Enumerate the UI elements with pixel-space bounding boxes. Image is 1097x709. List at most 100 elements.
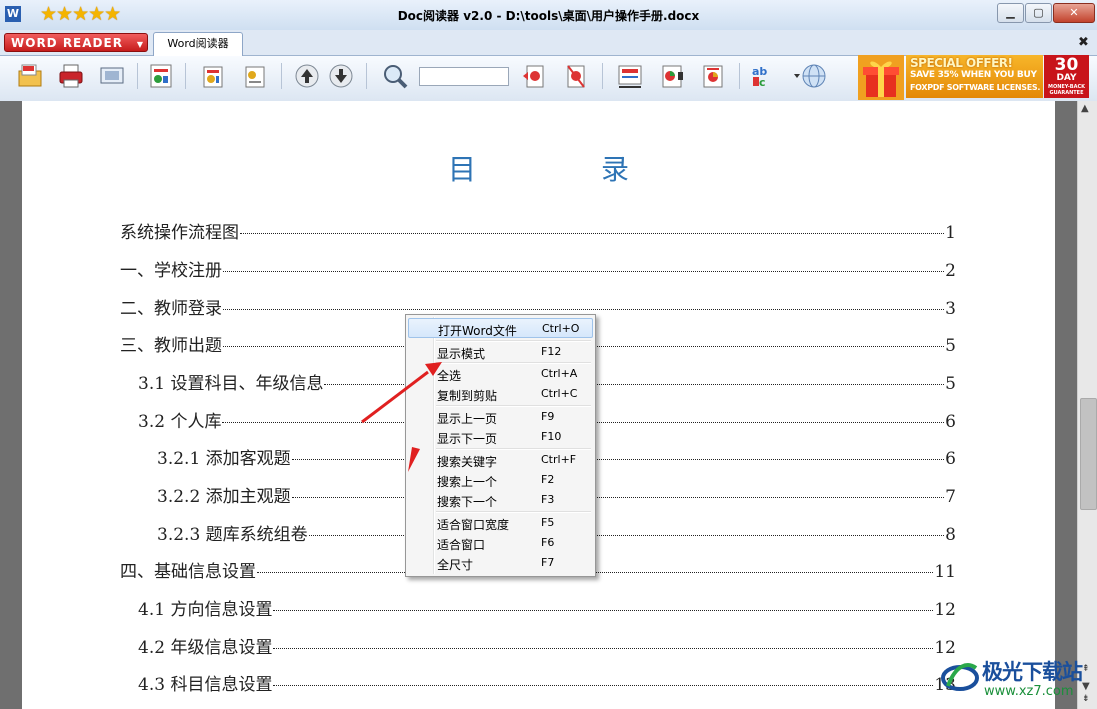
search-input[interactable] xyxy=(419,67,509,86)
maximize-button[interactable]: ▢ xyxy=(1025,3,1052,23)
tab-word-reader[interactable]: Word阅读器 xyxy=(153,32,243,56)
screen-icon[interactable] xyxy=(98,62,126,90)
menu-item-open-word[interactable]: 打开Word文件 Ctrl+O xyxy=(408,318,593,338)
toc-entry-label: 四、基础信息设置 xyxy=(120,562,256,582)
toc-entry-label: 一、学校注册 xyxy=(120,261,222,281)
pie-page-icon[interactable] xyxy=(699,62,727,90)
promo-title: SPECIAL OFFER! xyxy=(910,56,1013,70)
globe-icon[interactable] xyxy=(800,62,828,90)
menu-item-shortcut: Ctrl+O xyxy=(542,322,580,335)
menu-item-display-mode[interactable]: 显示模式 F12 xyxy=(408,342,593,362)
toc-entry-page: 11 xyxy=(934,562,956,582)
menu-item-shortcut: Ctrl+C xyxy=(541,387,578,400)
print-icon[interactable] xyxy=(57,62,85,90)
menu-item-shortcut: Ctrl+A xyxy=(541,367,578,380)
toc-entry[interactable]: 4.2 年级信息设置 12 xyxy=(138,633,956,658)
menu-item-label: 全尺寸 xyxy=(437,558,474,572)
toc-entry-page: 6 xyxy=(945,412,956,432)
menu-item-full-size[interactable]: 全尺寸 F7 xyxy=(408,553,593,573)
open-doc-icon[interactable] xyxy=(16,62,44,90)
prev-arrow-icon[interactable] xyxy=(293,62,321,90)
close-tab-icon[interactable]: ✖ xyxy=(1078,35,1089,50)
chevron-down-icon: ▼ xyxy=(136,40,144,49)
toc-entry-page: 2 xyxy=(945,261,956,281)
toc-leader xyxy=(308,535,945,536)
toc-leader xyxy=(240,233,945,234)
menu-item-select-all[interactable]: 全选 Ctrl+A xyxy=(408,364,593,384)
toc-entry-label: 二、教师登录 xyxy=(120,299,222,319)
badge-number: 30 xyxy=(1054,55,1079,75)
toc-entry-label: 3.1 设置科目、年级信息 xyxy=(138,374,324,394)
menu-item-prev-page[interactable]: 显示上一页 F9 xyxy=(408,407,593,427)
toolbar-separator xyxy=(185,63,186,89)
toolbar-separator xyxy=(366,63,367,89)
menu-item-copy[interactable]: 复制到剪贴 Ctrl+C xyxy=(408,384,593,404)
toc-entry-label: 3.2.3 题库系统组卷 xyxy=(157,525,308,545)
toc-entry-page: 12 xyxy=(934,638,956,658)
menu-item-label: 搜索下一个 xyxy=(437,495,498,509)
chevron-down-icon[interactable] xyxy=(783,62,800,90)
scrollbar-thumb[interactable] xyxy=(1080,398,1097,510)
toolbar-separator xyxy=(739,63,740,89)
menu-item-fit-width[interactable]: 适合窗口宽度 F5 xyxy=(408,513,593,533)
fit-page-icon[interactable] xyxy=(199,62,227,90)
toc-entry-label: 3.2.2 添加主观题 xyxy=(157,487,291,507)
abc-spell-icon[interactable]: ab c xyxy=(750,62,778,90)
toc-leader xyxy=(273,685,934,686)
context-menu: 打开Word文件 Ctrl+O 显示模式 F12 全选 Ctrl+A 复制到剪贴 Ctr… xyxy=(405,314,596,577)
menu-item-fit-window[interactable]: 适合窗口 F6 xyxy=(408,533,593,553)
bookmark-icon[interactable] xyxy=(616,62,644,90)
toc-leader xyxy=(223,309,945,310)
svg-text:c: c xyxy=(759,76,766,89)
minimize-button[interactable]: ▁ xyxy=(997,3,1024,23)
watermark-logo-icon xyxy=(941,663,979,691)
toc-entry-label: 三、教师出题 xyxy=(120,336,222,356)
scroll-up-icon[interactable]: ▲ xyxy=(1081,103,1089,114)
money-back-badge[interactable]: 30 DAY MONEY-BACK GUARANTEE xyxy=(1044,55,1089,98)
toc-entry-page: 7 xyxy=(945,487,956,507)
toc-entry-label: 3.2.1 添加客观题 xyxy=(157,449,291,469)
next-arrow-icon[interactable] xyxy=(327,62,355,90)
vertical-scrollbar[interactable]: ▲ ⇞ ▼ ⇟ xyxy=(1077,101,1097,709)
menu-item-shortcut: F12 xyxy=(541,345,562,358)
toc-entry-page: 3 xyxy=(945,299,956,319)
word-reader-menu-button[interactable]: WORD READER ▼ xyxy=(4,33,148,52)
toc-entry-page: 1 xyxy=(945,223,956,243)
zoom-icon[interactable] xyxy=(381,62,409,90)
close-button[interactable]: ✕ xyxy=(1053,3,1095,23)
menu-item-search-next[interactable]: 搜索下一个 F3 xyxy=(408,490,593,510)
badge-subtitle: MONEY-BACK GUARANTEE xyxy=(1047,84,1085,96)
menu-item-label: 复制到剪贴 xyxy=(437,389,498,403)
promo-text: FOXPDF SOFTWARE LICENSES. xyxy=(910,83,1041,92)
toc-entry[interactable]: 4.1 方向信息设置 12 xyxy=(138,595,956,620)
toc-entry[interactable]: 一、学校注册 2 xyxy=(120,256,956,281)
menu-item-next-page[interactable]: 显示下一页 F10 xyxy=(408,427,593,447)
toc-entry-label: 4.3 科目信息设置 xyxy=(138,675,273,695)
toc-leader xyxy=(223,271,945,272)
toc-entry[interactable]: 系统操作流程图 1 xyxy=(120,218,956,243)
menu-item-label: 全选 xyxy=(437,369,462,383)
page-view-icon[interactable] xyxy=(147,62,175,90)
window-title: Doc阅读器 v2.0 - D:\tools\桌面\用户操作手册.docx xyxy=(397,9,700,23)
gift-icon[interactable] xyxy=(858,55,904,100)
last-page-icon[interactable] xyxy=(562,62,590,90)
menu-item-search-prev[interactable]: 搜索上一个 F2 xyxy=(408,470,593,490)
text-page-icon[interactable] xyxy=(241,62,269,90)
brand-label: WORD READER xyxy=(11,36,123,50)
chart-page-icon[interactable] xyxy=(658,62,686,90)
special-offer-banner[interactable]: SPECIAL OFFER! SAVE 35% WHEN YOU BUY FOX… xyxy=(906,55,1043,98)
menu-item-shortcut: F7 xyxy=(541,556,555,569)
watermark: 极光下载站 www.xz7.com xyxy=(940,656,1090,706)
toc-entry[interactable]: 4.3 科目信息设置 13 xyxy=(138,670,956,695)
toc-entry-page: 5 xyxy=(945,374,956,394)
first-page-icon[interactable] xyxy=(521,62,549,90)
toc-entry[interactable]: 二、教师登录 3 xyxy=(120,294,956,319)
menu-item-label: 适合窗口 xyxy=(437,538,486,552)
toc-entry-label: 3.2 个人库 xyxy=(138,412,222,432)
toc-entry-label: 4.1 方向信息设置 xyxy=(138,600,273,620)
menu-item-shortcut: F3 xyxy=(541,493,555,506)
menu-item-search[interactable]: 搜索关键字 Ctrl+F xyxy=(408,450,593,470)
toc-leader xyxy=(291,459,945,460)
menu-item-label: 显示下一页 xyxy=(437,432,498,446)
toc-entry-page: 8 xyxy=(945,525,956,545)
